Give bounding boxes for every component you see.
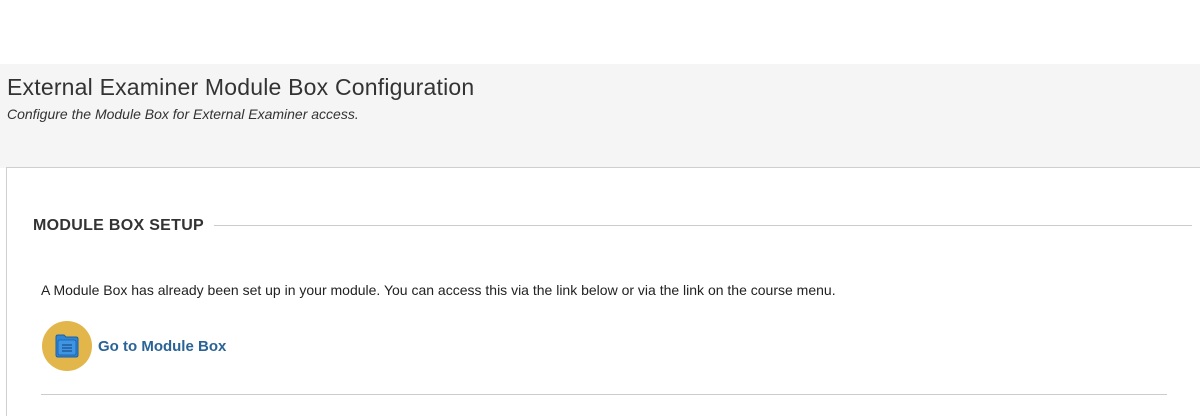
top-blank-area — [0, 0, 1200, 64]
go-to-module-box-link[interactable]: Go to Module Box — [42, 321, 226, 371]
section-legend: MODULE BOX SETUP — [33, 217, 205, 234]
legend-divider — [214, 225, 1192, 226]
folder-icon-glyph — [55, 334, 79, 358]
bottom-divider — [41, 394, 1167, 395]
info-text: A Module Box has already been set up in … — [41, 282, 836, 298]
folder-icon — [42, 321, 92, 371]
go-to-module-box-label[interactable]: Go to Module Box — [98, 338, 226, 355]
page-title: External Examiner Module Box Configurati… — [7, 74, 475, 100]
page-subtitle: Configure the Module Box for External Ex… — [7, 106, 359, 122]
